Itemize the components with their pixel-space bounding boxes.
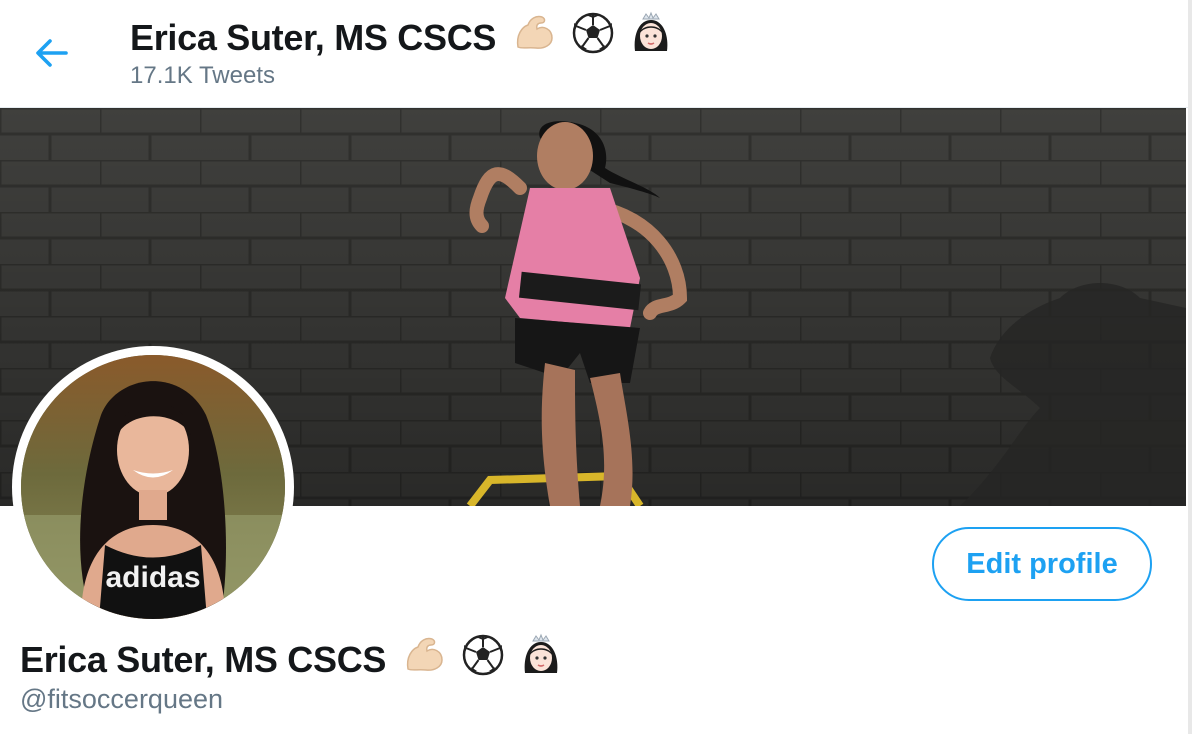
back-button[interactable] xyxy=(30,35,72,71)
profile-header: Erica Suter, MS CSCS 17.1K Tweets xyxy=(0,0,1188,108)
edit-profile-button[interactable]: Edit profile xyxy=(932,527,1152,601)
arrow-left-icon xyxy=(36,39,68,67)
avatar[interactable]: adidas xyxy=(21,355,285,619)
profile-handle: @fitsoccerqueen xyxy=(20,684,224,714)
avatar-shirt-text: adidas xyxy=(105,561,200,594)
soccer-ball-icon xyxy=(572,12,614,63)
profile-name: Erica Suter, MS CSCS xyxy=(20,633,563,689)
avatar-photo: adidas xyxy=(21,355,285,619)
profile-name-text: Erica Suter, MS CSCS xyxy=(20,639,387,681)
soccer-ball-icon xyxy=(462,634,504,685)
princess-icon xyxy=(629,11,673,64)
scrollbar-track[interactable] xyxy=(1188,0,1192,734)
princess-icon xyxy=(519,633,563,686)
tweet-count: 17.1K Tweets xyxy=(130,62,275,89)
header-title: Erica Suter, MS CSCS xyxy=(130,11,673,67)
header-name-text: Erica Suter, MS CSCS xyxy=(130,17,497,59)
flexed-biceps-icon xyxy=(512,13,556,62)
flexed-biceps-icon xyxy=(402,635,446,684)
